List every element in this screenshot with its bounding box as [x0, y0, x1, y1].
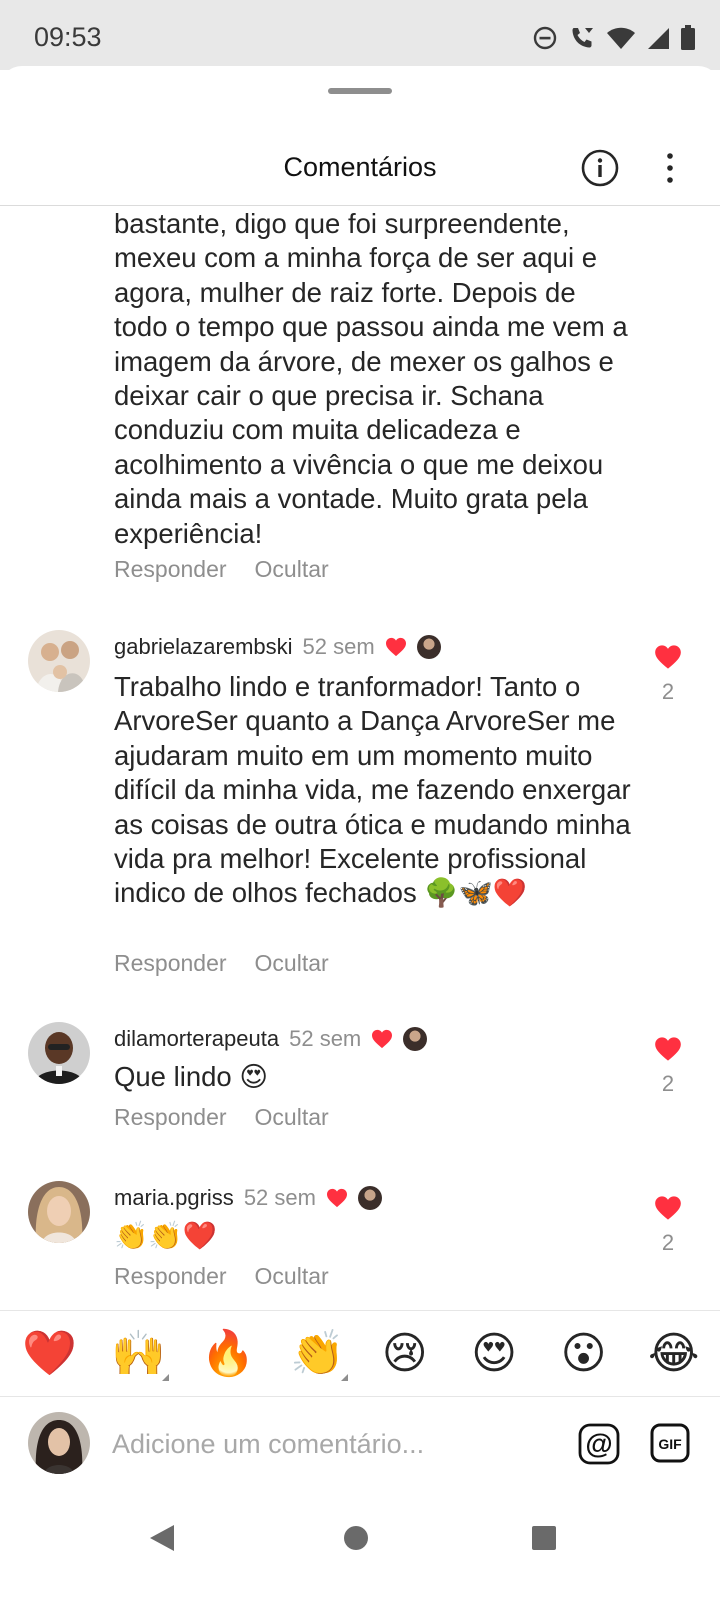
hide-button[interactable]: Ocultar [255, 1263, 329, 1290]
avatar-image [28, 1181, 90, 1243]
like-heart-icon[interactable] [654, 644, 682, 670]
emoji-fire-button[interactable]: 🔥 [201, 1329, 256, 1379]
do-not-disturb-icon [533, 26, 557, 50]
drag-handle[interactable] [328, 88, 392, 94]
creator-liked-heart-icon [326, 1188, 347, 1208]
avatar[interactable] [28, 630, 90, 692]
user-avatar [28, 1412, 90, 1474]
hide-button[interactable]: Ocultar [255, 950, 329, 977]
back-triangle-icon [150, 1525, 174, 1551]
comment-username[interactable]: gabrielazarembski [114, 634, 293, 660]
comment-time: 52 sem [289, 1026, 362, 1051]
comment-meta: gabrielazarembski 52 sem [114, 634, 441, 660]
emoji-raised-hands-button[interactable]: 🙌 [111, 1329, 170, 1381]
mention-button[interactable]: @ [578, 1423, 620, 1465]
info-button[interactable] [580, 148, 620, 188]
reply-button[interactable]: Responder [114, 556, 227, 583]
avatar[interactable] [28, 1022, 90, 1084]
emoji-heart-eyes-button[interactable]: 😍 [469, 1329, 519, 1379]
reply-button[interactable]: Responder [114, 1104, 227, 1131]
comment-meta: dilamorterapeuta 52 sem [114, 1026, 428, 1052]
more-options-button[interactable] [654, 148, 686, 188]
creator-liked-heart-icon [385, 637, 406, 657]
skin-tone-indicator [162, 1374, 170, 1381]
comment-composer: @ GIF [0, 1397, 720, 1493]
comment-actions: Responder Ocultar [114, 950, 329, 977]
reply-button[interactable]: Responder [114, 1263, 227, 1290]
status-bar: 09:53 [0, 0, 720, 70]
status-icons [532, 24, 696, 52]
comments-sheet: Comentários bastante, digo que foi surpr… [0, 66, 720, 1600]
system-nav-bar [0, 1493, 720, 1600]
reply-button[interactable]: Responder [114, 950, 227, 977]
info-icon [581, 149, 619, 187]
like-control: 2 [648, 644, 688, 705]
recents-square-icon [532, 1526, 556, 1550]
like-control: 2 [648, 1036, 688, 1097]
wifi-calling-icon [572, 28, 593, 48]
emoji-glyph: 🙌 [111, 1329, 167, 1378]
home-button[interactable] [341, 1523, 371, 1558]
emoji-heart-button[interactable]: ❤️ [22, 1329, 77, 1379]
hide-button[interactable]: Ocultar [255, 556, 329, 583]
avatar-image [28, 630, 90, 692]
comment-actions: Responder Ocultar [114, 1263, 329, 1290]
back-button[interactable] [148, 1523, 176, 1558]
svg-text:GIF: GIF [658, 1436, 682, 1452]
status-time: 09:53 [34, 22, 102, 52]
comment-text: Trabalho lindo e tranformador! Tanto o A… [114, 671, 631, 909]
comment-meta: maria.pgriss 52 sem [114, 1185, 382, 1211]
wifi-icon [607, 27, 635, 49]
like-count: 2 [661, 679, 675, 704]
avatar-image [28, 1412, 90, 1474]
emoji-crying-button[interactable]: 😢 [380, 1329, 430, 1379]
comments-header: Comentários [0, 136, 720, 206]
header-divider [0, 205, 720, 206]
comment-username[interactable]: dilamorterapeuta [114, 1026, 279, 1052]
like-count: 2 [661, 1230, 675, 1255]
hide-button[interactable]: Ocultar [255, 1104, 329, 1131]
like-heart-icon[interactable] [654, 1195, 682, 1221]
emoji-bar: ❤️ 🙌 🔥 👏 😢 😍 😮 😂 [0, 1311, 720, 1397]
creator-avatar [416, 635, 441, 659]
skin-tone-indicator [341, 1374, 349, 1381]
creator-avatar [357, 1186, 382, 1210]
comment-input[interactable] [112, 1421, 552, 1467]
at-sign-icon: @ [578, 1423, 620, 1465]
gif-button[interactable]: GIF [650, 1423, 690, 1463]
creator-avatar [403, 1027, 428, 1051]
comment-text: Que lindo 😍 [114, 1061, 269, 1092]
comment-actions: Responder Ocultar [114, 1104, 329, 1131]
avatar[interactable] [28, 1181, 90, 1243]
more-vertical-icon [667, 153, 673, 183]
comment-username[interactable]: maria.pgriss [114, 1185, 234, 1211]
svg-text:@: @ [585, 1428, 612, 1459]
battery-icon [681, 25, 695, 50]
home-circle-icon [344, 1526, 368, 1550]
emoji-clap-button[interactable]: 👏 [290, 1329, 349, 1381]
comment-actions: Responder Ocultar [114, 556, 329, 583]
comment-continuation: bastante, digo que foi surpreendente, me… [114, 207, 634, 551]
avatar-image [28, 1022, 90, 1084]
creator-liked-heart-icon [372, 1029, 393, 1049]
comment-time: 52 sem [302, 634, 375, 659]
comment-text: bastante, digo que foi surpreendente, me… [114, 208, 628, 549]
emoji-laughing-button[interactable]: 😂 [648, 1329, 699, 1379]
like-count: 2 [661, 1071, 675, 1096]
comment-text: 👏👏❤️ [114, 1220, 217, 1251]
gif-icon: GIF [650, 1423, 690, 1463]
like-control: 2 [648, 1195, 688, 1256]
recents-button[interactable] [530, 1523, 558, 1558]
emoji-glyph: 👏 [290, 1329, 346, 1378]
signal-icon [648, 28, 669, 49]
like-heart-icon[interactable] [654, 1036, 682, 1062]
emoji-surprised-button[interactable]: 😮 [559, 1329, 609, 1379]
comment-time: 52 sem [243, 1185, 316, 1210]
